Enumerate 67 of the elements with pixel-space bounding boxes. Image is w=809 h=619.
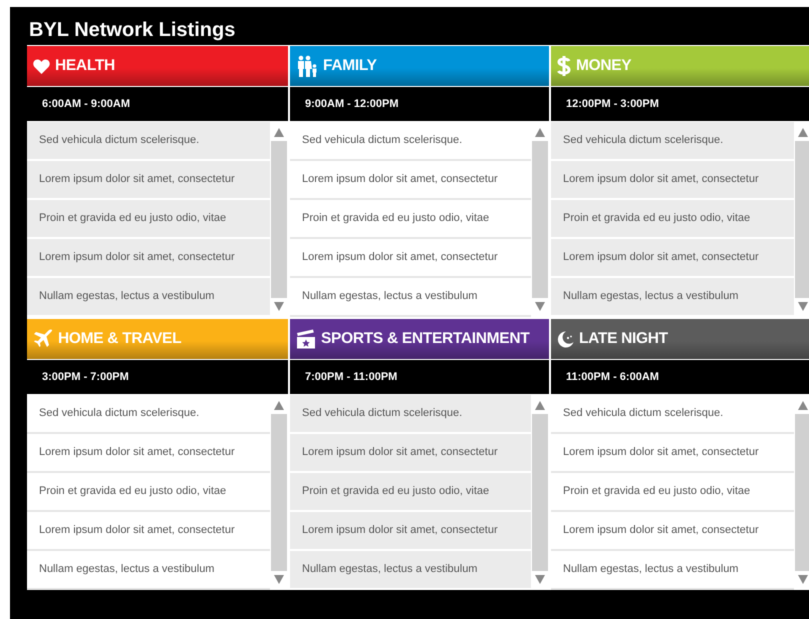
category-title: FAMILY — [323, 56, 377, 76]
listing-item[interactable]: Sed vehicula dictum scelerisque. — [551, 395, 794, 434]
scrollbar-track[interactable] — [271, 141, 287, 298]
category-title: MONEY — [576, 56, 632, 76]
scroll-up-icon[interactable] — [535, 128, 545, 137]
scrollbar-track[interactable] — [271, 414, 287, 571]
time-slot: 11:00PM - 6:00AM — [551, 360, 809, 394]
listing-item[interactable]: Proin et gravida ed eu justo odio, vitae — [27, 200, 270, 239]
scrollbar-track[interactable] — [795, 414, 809, 571]
listing-item[interactable]: Lorem ipsum dolor sit amet, consectetur — [27, 434, 270, 473]
scrollbar-track[interactable] — [795, 141, 809, 298]
family-icon — [296, 55, 318, 77]
time-slot: 7:00PM - 11:00PM — [290, 360, 549, 394]
scroll-down-icon[interactable] — [798, 302, 808, 311]
listing-item[interactable]: Sed vehicula dictum scelerisque. — [27, 395, 270, 434]
time-slot: 12:00PM - 3:00PM — [551, 87, 809, 121]
listing-item[interactable]: Nullam egestas, lectus a vestibulum — [551, 278, 794, 317]
listing-item[interactable]: Nullam egestas, lectus a vestibulum — [27, 551, 270, 590]
category-title: HOME & TRAVEL — [58, 329, 182, 350]
listing-item[interactable]: Lorem ipsum dolor sit amet, consectetur — [27, 161, 270, 200]
listing-item[interactable]: Lorem ipsum dolor sit amet, consectetur — [551, 239, 794, 278]
scroll-up-icon[interactable] — [274, 128, 284, 137]
listing-item[interactable]: Lorem ipsum dolor sit amet, consectetur — [290, 239, 531, 278]
listing-item[interactable]: Proin et gravida ed eu justo odio, vitae — [290, 473, 531, 512]
category-title: LATE NIGHT — [579, 329, 668, 350]
scroll-up-icon[interactable] — [798, 401, 808, 410]
scroll-down-icon[interactable] — [798, 575, 808, 584]
listing-item[interactable]: Lorem ipsum dolor sit amet, consectetur — [290, 512, 531, 551]
scroll-up-icon[interactable] — [535, 401, 545, 410]
listing-item[interactable]: Nullam egestas, lectus a vestibulum — [27, 278, 270, 317]
scroll-down-icon[interactable] — [535, 575, 545, 584]
listing-item[interactable]: Lorem ipsum dolor sit amet, consectetur — [27, 512, 270, 551]
heart-icon — [33, 58, 50, 74]
scroll-down-icon[interactable] — [274, 302, 284, 311]
listing-item[interactable]: Proin et gravida ed eu justo odio, vitae — [290, 200, 531, 239]
listing-item[interactable]: Proin et gravida ed eu justo odio, vitae — [551, 200, 794, 239]
category-title: HEALTH — [55, 56, 115, 76]
dollar-icon — [557, 55, 571, 77]
scrollbar-track[interactable] — [532, 141, 548, 298]
listing-item[interactable]: Lorem ipsum dolor sit amet, consectetur — [551, 512, 794, 551]
listing-item[interactable]: Sed vehicula dictum scelerisque. — [27, 122, 270, 161]
moon-icon — [557, 330, 574, 348]
listing-item[interactable]: Nullam egestas, lectus a vestibulum — [290, 551, 531, 590]
time-slot: 6:00AM - 9:00AM — [27, 87, 288, 121]
listing-item[interactable]: Lorem ipsum dolor sit amet, consectetur — [551, 434, 794, 473]
listing-item[interactable]: Lorem ipsum dolor sit amet, consectetur — [27, 239, 270, 278]
listing-item[interactable]: Lorem ipsum dolor sit amet, consectetur — [551, 161, 794, 200]
clapperboard-icon — [296, 329, 316, 349]
scroll-down-icon[interactable] — [535, 302, 545, 311]
time-slot: 9:00AM - 12:00PM — [290, 87, 549, 121]
listing-item[interactable]: Sed vehicula dictum scelerisque. — [290, 395, 531, 434]
page-title: BYL Network Listings — [28, 18, 236, 43]
listing-item[interactable]: Sed vehicula dictum scelerisque. — [551, 122, 794, 161]
scroll-up-icon[interactable] — [274, 401, 284, 410]
scroll-down-icon[interactable] — [274, 575, 284, 584]
listing-item[interactable]: Lorem ipsum dolor sit amet, consectetur — [290, 434, 531, 473]
listing-item[interactable]: Sed vehicula dictum scelerisque. — [290, 122, 531, 161]
listing-item[interactable]: Proin et gravida ed eu justo odio, vitae — [27, 473, 270, 512]
listing-item[interactable]: Lorem ipsum dolor sit amet, consectetur — [290, 161, 531, 200]
listing-item[interactable]: Nullam egestas, lectus a vestibulum — [290, 278, 531, 317]
scroll-up-icon[interactable] — [798, 128, 808, 137]
scrollbar-track[interactable] — [532, 414, 548, 571]
listing-item[interactable]: Nullam egestas, lectus a vestibulum — [551, 551, 794, 590]
category-title: SPORTS & ENTERTAINMENT — [321, 329, 530, 350]
airplane-icon — [33, 329, 53, 349]
listing-item[interactable]: Proin et gravida ed eu justo odio, vitae — [551, 473, 794, 512]
time-slot: 3:00PM - 7:00PM — [27, 360, 288, 394]
